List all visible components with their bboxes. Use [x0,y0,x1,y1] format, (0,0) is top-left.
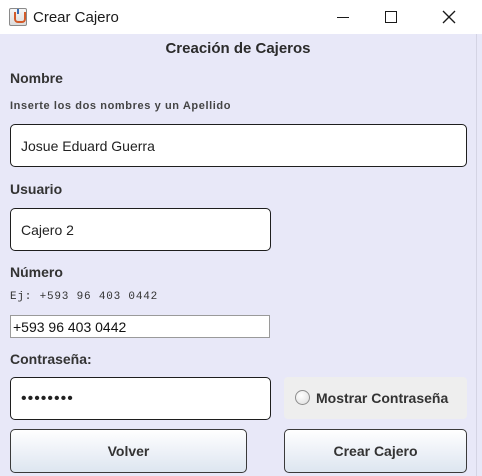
back-button[interactable]: Volver [10,429,247,473]
nombre-hint: Inserte los dos nombres y un Apellido [10,100,232,112]
contrasena-label: Contraseña: [10,351,92,367]
create-cashier-button[interactable]: Crear Cajero [284,429,467,473]
nombre-input[interactable]: Josue Eduard Guerra [10,124,467,167]
page-title: Creación de Cajeros [165,40,311,57]
close-button[interactable] [424,0,474,34]
minimize-button[interactable] [318,0,368,34]
radio-icon[interactable] [295,390,310,405]
minimize-icon [337,16,349,18]
numero-input[interactable]: +593 96 403 0442 [10,315,270,338]
show-password-toggle[interactable]: Mostrar Contraseña [284,377,467,419]
show-password-label: Mostrar Contraseña [316,390,449,406]
numero-hint: Ej: +593 96 403 0442 [10,291,159,303]
nombre-label: Nombre [10,70,63,86]
password-input[interactable]: •••••••• [10,377,271,420]
usuario-label: Usuario [10,181,63,197]
usuario-input[interactable]: Cajero 2 [10,208,271,251]
maximize-icon [385,11,397,23]
numero-label: Número [10,264,63,280]
window-edge [476,34,482,476]
title-bar: Crear Cajero [0,0,482,34]
close-icon [442,10,456,24]
java-app-icon [9,8,27,26]
window-title: Crear Cajero [33,9,119,26]
maximize-button[interactable] [366,0,416,34]
